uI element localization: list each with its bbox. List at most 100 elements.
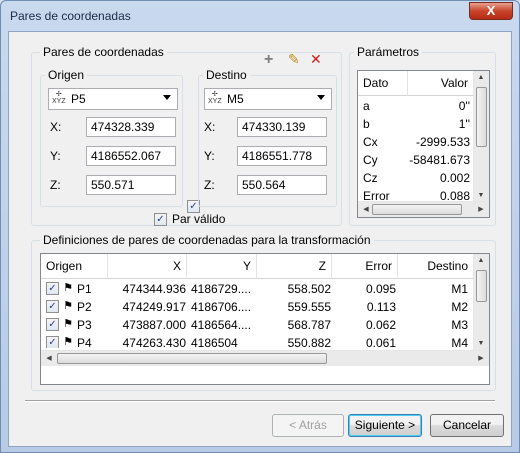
origin-y-label: Y: [50,149,61,163]
table-row[interactable]: ✓ ⚑ P1 474344.936 4186729.... 558.502 0.… [41,280,473,298]
title-bar: Pares de coordenadas X [1,1,519,31]
target-y-field[interactable]: 4186551.778 [237,146,327,166]
scroll-right-icon[interactable]: ▶ [475,354,487,362]
pair-definitions-group: Definiciones de pares de coordenadas par… [31,233,496,391]
origin-z-field[interactable]: 550.571 [86,175,176,195]
param-row: Cz 0.002 [358,169,473,187]
target-x-field[interactable]: 474330.139 [237,117,327,137]
scroll-down-icon[interactable]: ▼ [475,192,487,199]
table-row[interactable]: ✓ ⚑ P4 474263.430 4186504 550.882 0.061 … [41,334,473,348]
valid-pair-label: Par válido [172,212,226,226]
param-value: -2999.533 [415,135,470,149]
row-target: M3 [451,318,468,332]
row-checkbox[interactable]: ✓ [46,282,59,295]
origin-group: Origen ✢ XYZ P5 X: 474328.339 Y: 4186552.… [40,68,183,207]
row-y: 4186729.... [191,282,252,296]
table-row[interactable]: ✓ ⚑ P2 474249.917 4186706.... 559.555 0.… [41,298,473,316]
back-button[interactable]: < Atrás [272,414,344,437]
row-origin: P4 [77,336,92,348]
scroll-thumb[interactable] [57,353,327,364]
scroll-thumb[interactable] [476,87,487,147]
scroll-up-icon[interactable]: ▲ [475,257,487,264]
next-button[interactable]: Siguiente > [348,414,422,437]
row-checkbox[interactable]: ✓ [46,300,59,313]
dialog-window: Pares de coordenadas X Pares de coordena… [0,0,520,453]
target-z-label: Z: [204,178,215,192]
chevron-down-icon [163,95,171,100]
col-x[interactable]: X [108,254,187,279]
coordinate-pair-group: Pares de coordenadas + ✎ ✕ Origen ✢ XYZ P… [31,45,342,226]
row-z: 568.787 [287,318,331,332]
survey-point-icon: ⚑ [63,300,73,312]
param-name: Cz [363,171,378,185]
row-checkbox[interactable]: ✓ [46,336,59,348]
scroll-left-icon[interactable]: ◀ [360,205,372,213]
parameters-horizontal-scrollbar[interactable]: ◀ ▶ [358,201,489,217]
table-row[interactable]: ✓ ⚑ P3 473887.000 4186564.... 568.787 0.… [41,316,473,334]
param-value: -58481.673 [409,153,470,167]
col-y[interactable]: Y [187,254,257,279]
add-pair-icon[interactable]: + [264,51,273,69]
close-button[interactable]: X [469,2,513,20]
definitions-vertical-scrollbar[interactable]: ▲ ▼ [473,254,489,350]
pair-definitions-table[interactable]: Origen X Y Z Error Destino ✓ ⚑ P1 474344… [40,253,490,385]
row-z: 558.502 [287,282,331,296]
target-z-field[interactable]: 550.564 [237,175,327,195]
scroll-down-icon[interactable]: ▼ [475,340,487,347]
scroll-right-icon[interactable]: ▶ [475,205,487,213]
col-destino[interactable]: Destino [398,254,473,279]
param-row: Cx -2999.533 [358,133,473,151]
coordinate-pair-group-title: Pares de coordenadas [40,45,167,59]
param-value: 0'' [458,99,470,113]
scroll-up-icon[interactable]: ▲ [475,74,487,81]
origin-group-title: Origen [45,68,88,82]
param-name: Cx [363,135,378,149]
parameters-list[interactable]: Dato Valor a 0'' b 1'' Cx -2999.533 Cy -5848… [357,70,490,218]
xyz-point-icon: ✢ XYZ [208,91,222,105]
col-z[interactable]: Z [257,254,332,279]
pair-definitions-title: Definiciones de pares de coordenadas par… [40,233,374,247]
row-x: 473887.000 [122,318,186,332]
row-error: 0.113 [366,300,396,314]
col-origen[interactable]: Origen [41,254,108,279]
xyz-point-icon: ✢ XYZ [52,91,66,105]
row-checkbox[interactable]: ✓ [46,318,59,331]
target-y-label: Y: [204,149,215,163]
origin-x-label: X: [50,120,62,134]
origin-point-combo[interactable]: ✢ XYZ P5 [48,88,178,110]
param-row: a 0'' [358,97,473,115]
scroll-thumb[interactable] [372,204,462,215]
col-error[interactable]: Error [332,254,398,279]
row-error: 0.061 [365,336,396,348]
param-row: Cy -58481.673 [358,151,473,169]
scroll-thumb[interactable] [476,270,487,302]
row-origin: P2 [77,300,92,314]
target-x-label: X: [204,120,216,134]
definitions-horizontal-scrollbar[interactable]: ◀ ▶ [41,350,489,366]
row-x: 474263.430 [122,336,186,348]
param-value: 0.002 [439,171,470,185]
definitions-header: Origen X Y Z Error Destino [41,254,473,279]
scroll-left-icon[interactable]: ◀ [43,354,55,362]
edit-pair-icon[interactable]: ✎ [288,51,300,68]
parameters-group-title: Parámetros [354,45,423,59]
target-point-combo[interactable]: ✢ XYZ M5 [204,88,332,110]
param-row: b 1'' [358,115,473,133]
target-group: Destino ✢ XYZ M5 X: 474330.139 Y: 4186551… [198,68,337,207]
row-z: 559.555 [287,300,331,314]
param-col-valor[interactable]: Valor [408,71,473,96]
origin-x-field[interactable]: 474328.339 [86,117,176,137]
origin-y-field[interactable]: 4186552.067 [86,146,176,166]
param-col-dato[interactable]: Dato [358,71,408,96]
row-target: M1 [451,282,468,296]
origin-z-label: Z: [50,178,61,192]
row-y: 4186564.... [191,318,252,332]
survey-point-icon: ⚑ [63,336,73,348]
param-name: a [363,99,370,113]
param-value: 1'' [458,117,470,131]
cancel-button[interactable]: Cancelar [430,414,504,437]
delete-pair-icon[interactable]: ✕ [310,51,322,68]
valid-pair-checkbox[interactable]: ✓ [154,213,167,226]
row-target: M4 [451,336,468,348]
parameters-vertical-scrollbar[interactable]: ▲ ▼ [473,71,489,202]
